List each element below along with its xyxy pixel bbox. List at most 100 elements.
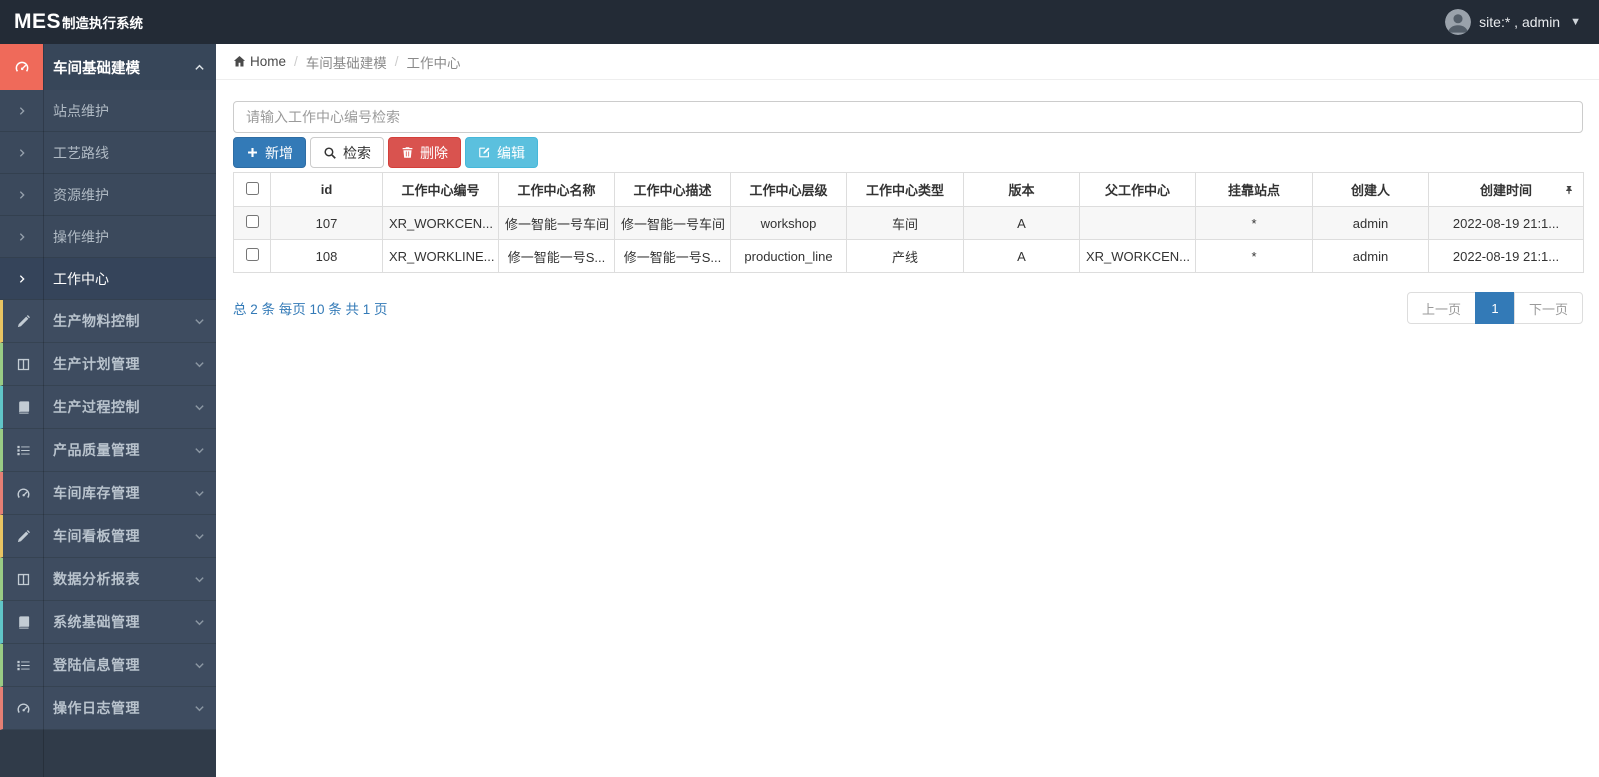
cell-version: A xyxy=(963,206,1080,240)
breadcrumb-item-work-center: 工作中心 xyxy=(406,55,461,71)
search-button[interactable]: 检索 xyxy=(310,137,384,168)
chevron-down-icon xyxy=(182,359,216,370)
breadcrumb-item-workshop-modeling[interactable]: 车间基础建模 xyxy=(306,52,387,72)
row-checkbox[interactable] xyxy=(245,248,259,261)
sidebar-group-5[interactable]: 车间看板管理 xyxy=(0,515,216,558)
dashboard-icon xyxy=(3,486,43,501)
chevron-down-icon xyxy=(182,660,216,671)
sidebar-group-3[interactable]: 产品质量管理 xyxy=(0,429,216,472)
chevron-right-icon xyxy=(0,232,43,242)
list-icon xyxy=(3,658,43,673)
cell-parent: XR_WORKCEN... xyxy=(1079,239,1196,273)
sidebar-group-0[interactable]: 生产物料控制 xyxy=(0,300,216,343)
chevron-down-icon xyxy=(182,574,216,585)
chevron-up-icon xyxy=(182,44,216,90)
breadcrumb-separator: / xyxy=(294,54,298,69)
top-navbar: MES 制造执行系统 site:* , admin ▼ xyxy=(0,0,1599,44)
chevron-down-icon xyxy=(182,488,216,499)
brand-suffix: 制造执行系统 xyxy=(62,16,144,31)
sidebar-group-6[interactable]: 数据分析报表 xyxy=(0,558,216,601)
list-icon xyxy=(3,443,43,458)
delete-button[interactable]: 删除 xyxy=(388,137,461,168)
sidebar-group-2[interactable]: 生产过程控制 xyxy=(0,386,216,429)
sidebar-group-7[interactable]: 系统基础管理 xyxy=(0,601,216,644)
columns-icon xyxy=(3,572,43,587)
app-logo[interactable]: MES 制造执行系统 xyxy=(0,10,143,34)
table-row[interactable]: 107 XR_WORKCEN... 修一智能一号车间 修一智能一号车间 work… xyxy=(233,206,1584,240)
cell-station: * xyxy=(1195,206,1313,240)
sidebar-group-1[interactable]: 生产计划管理 xyxy=(0,343,216,386)
sidebar-subitem-operation-maintenance[interactable]: 操作维护 xyxy=(0,216,216,258)
table-header-row: id 工作中心编号 工作中心名称 工作中心描述 工作中心层级 工作中心类型 版本… xyxy=(233,172,1584,207)
toolbar: 新增 检索 删除 编辑 xyxy=(233,137,1583,168)
table-row[interactable]: 108 XR_WORKLINE... 修一智能一号S... 修一智能一号S...… xyxy=(233,239,1584,273)
sidebar-group-8[interactable]: 登陆信息管理 xyxy=(0,644,216,687)
chevron-down-icon xyxy=(182,445,216,456)
column-header-name: 工作中心名称 xyxy=(498,172,615,207)
cell-code: XR_WORKLINE... xyxy=(382,239,499,273)
column-header-code: 工作中心编号 xyxy=(382,172,499,207)
prev-page-button[interactable]: 上一页 xyxy=(1406,292,1476,324)
sidebar-group-9[interactable]: 操作日志管理 xyxy=(0,687,216,730)
cell-level: workshop xyxy=(730,206,847,240)
cell-station: * xyxy=(1195,239,1313,273)
edit-button[interactable]: 编辑 xyxy=(465,137,538,168)
cell-code: XR_WORKCEN... xyxy=(382,206,499,240)
book-icon xyxy=(3,615,43,630)
columns-icon xyxy=(3,357,43,372)
pagination-bar: 总 2 条 每页 10 条 共 1 页 上一页 1 下一页 xyxy=(233,292,1583,324)
cell-id: 107 xyxy=(270,206,383,240)
sidebar-group-workshop-modeling[interactable]: 车间基础建模 xyxy=(0,44,216,90)
column-header-creator: 创建人 xyxy=(1312,172,1429,207)
sidebar-subitem-process-route[interactable]: 工艺路线 xyxy=(0,132,216,174)
next-page-button[interactable]: 下一页 xyxy=(1513,292,1583,324)
chevron-right-icon xyxy=(0,106,43,116)
breadcrumb: Home / 车间基础建模 / 工作中心 xyxy=(216,44,1599,80)
book-icon xyxy=(3,400,43,415)
pagination-summary: 总 2 条 每页 10 条 共 1 页 xyxy=(233,302,388,317)
chevron-down-icon xyxy=(182,531,216,542)
column-header-created-time: 创建时间 xyxy=(1428,172,1584,207)
cell-description: 修一智能一号车间 xyxy=(614,206,731,240)
column-header-id: id xyxy=(270,172,383,207)
chevron-right-icon xyxy=(0,190,43,200)
chevron-right-icon xyxy=(0,274,43,284)
dashboard-icon xyxy=(0,44,43,90)
add-button[interactable]: 新增 xyxy=(233,137,306,168)
main-content: Home / 车间基础建模 / 工作中心 新增 检索 删除 编辑 xyxy=(216,44,1599,777)
column-header-description: 工作中心描述 xyxy=(614,172,731,207)
sidebar-group-4[interactable]: 车间库存管理 xyxy=(0,472,216,515)
work-center-table: id 工作中心编号 工作中心名称 工作中心描述 工作中心层级 工作中心类型 版本… xyxy=(233,172,1584,273)
cell-type: 车间 xyxy=(846,206,964,240)
select-all-cell xyxy=(233,172,271,207)
user-menu[interactable]: site:* , admin ▼ xyxy=(1445,9,1599,35)
home-icon xyxy=(233,55,246,68)
chevron-down-icon xyxy=(182,703,216,714)
cell-id: 108 xyxy=(270,239,383,273)
breadcrumb-home[interactable]: Home xyxy=(233,54,286,69)
chevron-right-icon xyxy=(0,148,43,158)
cell-name: 修一智能一号S... xyxy=(498,239,615,273)
cell-type: 产线 xyxy=(846,239,964,273)
sidebar-subitem-resource-maintenance[interactable]: 资源维护 xyxy=(0,174,216,216)
sidebar-subitem-work-center[interactable]: 工作中心 xyxy=(0,258,216,300)
search-input[interactable] xyxy=(233,101,1583,133)
cell-created-time: 2022-08-19 21:1... xyxy=(1428,206,1584,240)
sidebar: 车间基础建模 站点维护 工艺路线 资源维护 操作维护 工作中心 生产物料控制 生… xyxy=(0,44,216,777)
select-all-checkbox[interactable] xyxy=(245,181,259,195)
cell-description: 修一智能一号S... xyxy=(614,239,731,273)
user-avatar xyxy=(1445,9,1472,35)
pin-icon[interactable] xyxy=(1564,185,1574,195)
caret-down-icon: ▼ xyxy=(1570,16,1581,28)
search-icon xyxy=(323,146,337,160)
cell-version: A xyxy=(963,239,1080,273)
chevron-down-icon xyxy=(182,402,216,413)
cell-creator: admin xyxy=(1312,206,1429,240)
cell-creator: admin xyxy=(1312,239,1429,273)
page-1-button[interactable]: 1 xyxy=(1474,292,1515,324)
row-select-cell xyxy=(233,239,271,273)
column-header-station: 挂靠站点 xyxy=(1195,172,1313,207)
sidebar-subitem-station-maintenance[interactable]: 站点维护 xyxy=(0,90,216,132)
cell-parent xyxy=(1079,206,1196,240)
row-checkbox[interactable] xyxy=(245,215,259,228)
